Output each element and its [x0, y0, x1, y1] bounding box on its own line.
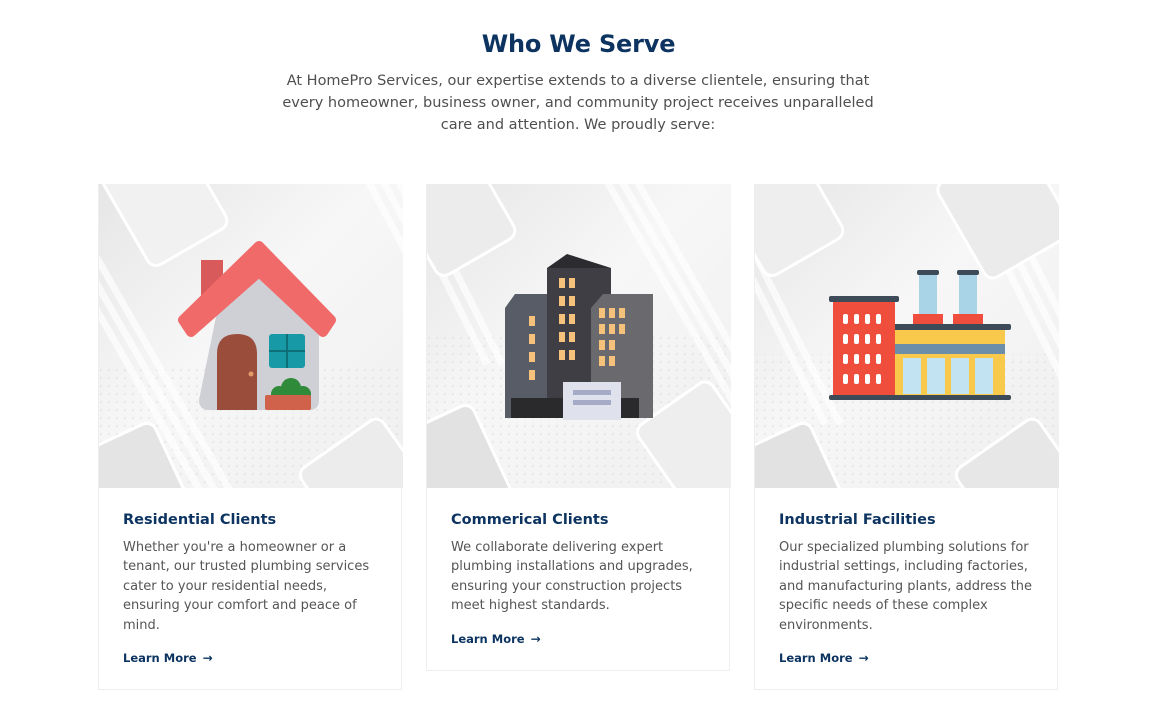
card-title: Residential Clients — [123, 512, 277, 528]
section-intro: At HomePro Services, our expertise exten… — [282, 73, 874, 133]
learn-more-label: Learn More — [451, 631, 525, 646]
arrow-right-icon: → — [202, 651, 213, 666]
learn-more-link[interactable]: Learn More → — [451, 632, 541, 646]
learn-more-label: Learn More — [123, 651, 197, 666]
learn-more-label: Learn More — [779, 651, 853, 666]
arrow-right-icon: → — [858, 651, 869, 666]
factory-icon — [829, 270, 1011, 400]
card-commercial: Commerical Clients We collaborate delive… — [426, 184, 731, 671]
card-description: Our specialized plumbing solutions for i… — [779, 540, 1033, 633]
card-image — [755, 184, 1059, 488]
card-title: Commerical Clients — [451, 512, 609, 528]
card-description: Whether you're a homeowner or a tenant, … — [123, 540, 370, 633]
card-description: We collaborate delivering expert plumbin… — [451, 540, 693, 614]
learn-more-link[interactable]: Learn More → — [123, 651, 213, 665]
card-image — [99, 184, 403, 488]
learn-more-link[interactable]: Learn More → — [779, 651, 869, 665]
arrow-right-icon: → — [530, 631, 541, 646]
section-title: Who We Serve — [481, 30, 676, 58]
card-residential: Residential Clients Whether you're a hom… — [98, 184, 403, 690]
card-title: Industrial Facilities — [779, 512, 936, 528]
office-buildings-icon — [505, 254, 653, 420]
card-industrial: Industrial Facilities Our specialized pl… — [754, 184, 1059, 690]
house-icon — [178, 241, 336, 410]
card-image — [427, 184, 731, 488]
